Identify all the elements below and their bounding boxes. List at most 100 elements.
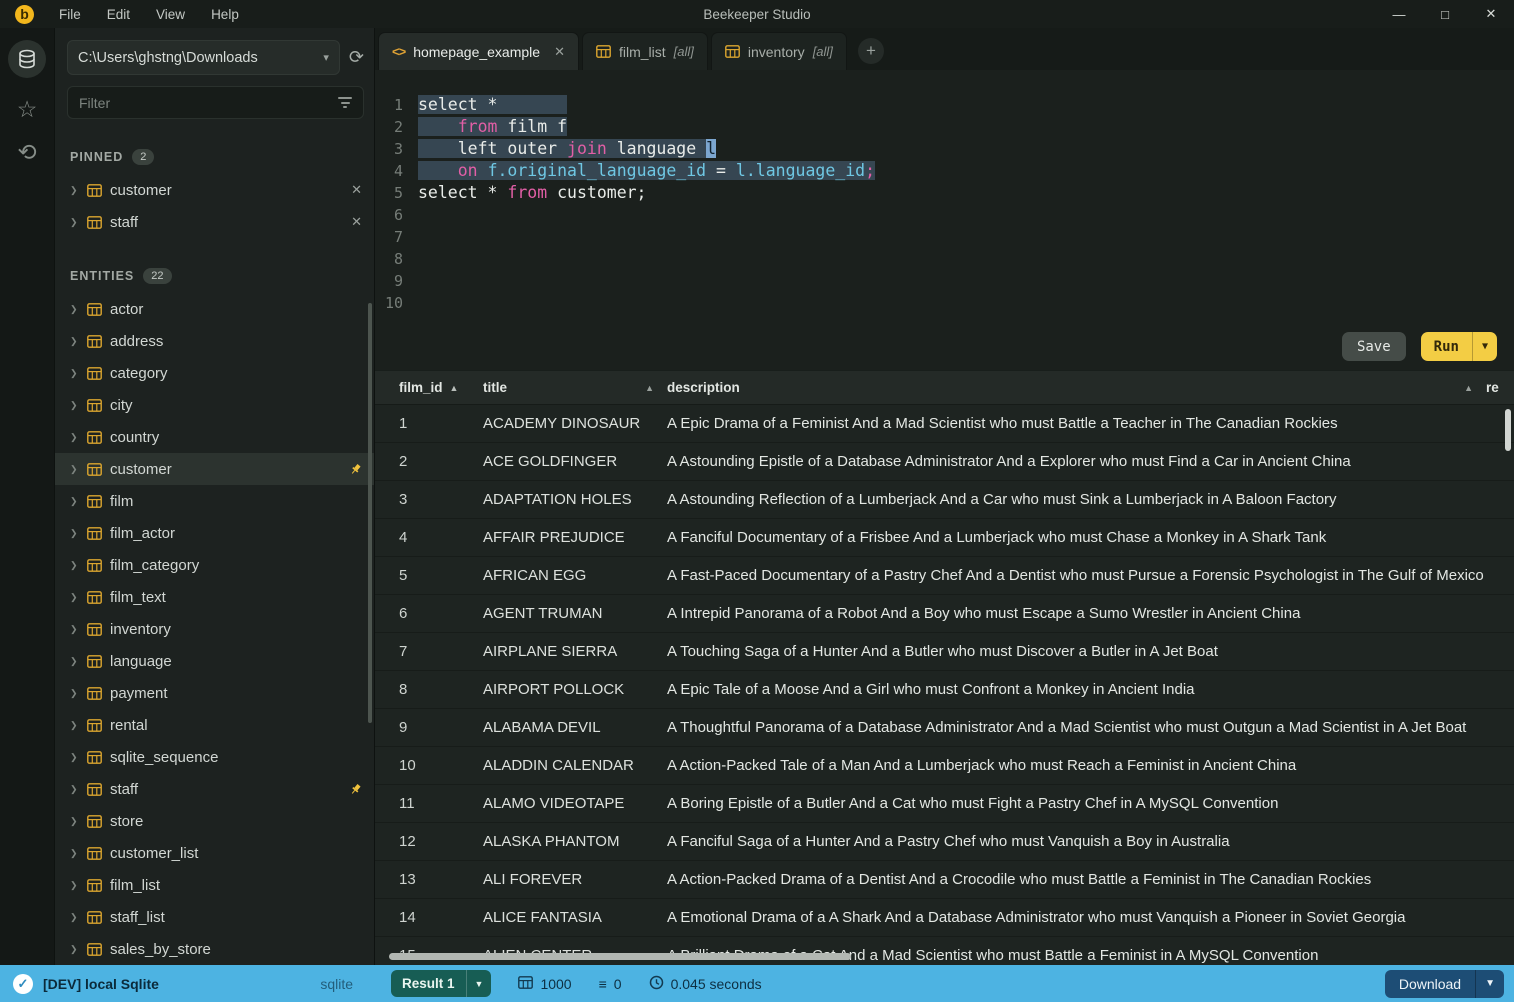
sidebar-entity-item[interactable]: ❯ country — [55, 421, 374, 453]
tab-inventory[interactable]: inventory [all] — [710, 32, 847, 70]
table-row[interactable]: 1 ACADEMY DINOSAUR A Epic Drama of a Fem… — [375, 405, 1514, 443]
history-icon[interactable]: ⟲ — [17, 141, 36, 164]
cell-film-id[interactable]: 5 — [375, 567, 483, 584]
chevron-right-icon[interactable]: ❯ — [70, 752, 79, 763]
pin-icon[interactable] — [349, 463, 362, 476]
cell-description[interactable]: A Fast-Paced Documentary of a Pastry Che… — [667, 567, 1514, 584]
table-row[interactable]: 11 ALAMO VIDEOTAPE A Boring Epistle of a… — [375, 785, 1514, 823]
chevron-right-icon[interactable]: ❯ — [70, 592, 79, 603]
chevron-right-icon[interactable]: ❯ — [70, 816, 79, 827]
sidebar-entity-item[interactable]: ❯ film_list — [55, 869, 374, 901]
cell-film-id[interactable]: 4 — [375, 529, 483, 546]
sidebar-entity-item[interactable]: ❯ sales_by_store — [55, 933, 374, 965]
sidebar-entity-item[interactable]: ❯ address — [55, 325, 374, 357]
cell-film-id[interactable]: 11 — [375, 795, 483, 812]
chevron-right-icon[interactable]: ❯ — [70, 720, 79, 731]
table-row[interactable]: 15 ALIEN CENTER A Brilliant Drama of a C… — [375, 937, 1514, 965]
cell-title[interactable]: ALAMO VIDEOTAPE — [483, 795, 667, 812]
table-row[interactable]: 6 AGENT TRUMAN A Intrepid Panorama of a … — [375, 595, 1514, 633]
new-tab-button[interactable]: + — [857, 38, 884, 64]
chevron-down-icon[interactable]: ▼ — [465, 970, 492, 997]
cell-title[interactable]: AFFAIR PREJUDICE — [483, 529, 667, 546]
pin-icon[interactable] — [349, 783, 362, 796]
close-icon[interactable]: ✕ — [1468, 0, 1514, 28]
menu-file[interactable]: File — [46, 0, 94, 28]
cell-title[interactable]: ALABAMA DEVIL — [483, 719, 667, 736]
sql-editor[interactable]: 1 2 3 4 5 6 7 8 9 10 select * from film f left ou… — [375, 70, 1514, 370]
chevron-right-icon[interactable]: ❯ — [70, 304, 79, 315]
cell-description[interactable]: A Thoughtful Panorama of a Database Admi… — [667, 719, 1514, 736]
cell-title[interactable]: ALI FOREVER — [483, 871, 667, 888]
chevron-right-icon[interactable]: ❯ — [70, 217, 79, 228]
cell-description[interactable]: A Touching Saga of a Hunter And a Butler… — [667, 643, 1514, 660]
result-label[interactable]: Result 1 — [391, 970, 466, 997]
column-header-film-id[interactable]: film_id ▲ — [375, 380, 483, 395]
chevron-right-icon[interactable]: ❯ — [70, 912, 79, 923]
menu-view[interactable]: View — [143, 0, 198, 28]
cell-film-id[interactable]: 10 — [375, 757, 483, 774]
table-row[interactable]: 9 ALABAMA DEVIL A Thoughtful Panorama of… — [375, 709, 1514, 747]
cell-title[interactable]: ALASKA PHANTOM — [483, 833, 667, 850]
chevron-right-icon[interactable]: ❯ — [70, 336, 79, 347]
sidebar-entity-item[interactable]: ❯ category — [55, 357, 374, 389]
chevron-right-icon[interactable]: ❯ — [70, 784, 79, 795]
favorites-star-icon[interactable]: ☆ — [17, 98, 38, 121]
run-button[interactable]: Run ▼ — [1420, 332, 1497, 361]
cell-film-id[interactable]: 3 — [375, 491, 483, 508]
sidebar-entity-item[interactable]: ❯ rental — [55, 709, 374, 741]
results-vertical-scrollbar[interactable] — [1505, 409, 1511, 451]
chevron-right-icon[interactable]: ❯ — [70, 688, 79, 699]
cell-description[interactable]: A Astounding Epistle of a Database Admin… — [667, 453, 1514, 470]
chevron-right-icon[interactable]: ❯ — [70, 880, 79, 891]
download-options-caret-icon[interactable]: ▼ — [1475, 969, 1504, 998]
table-row[interactable]: 14 ALICE FANTASIA A Emotional Drama of a… — [375, 899, 1514, 937]
table-row[interactable]: 12 ALASKA PHANTOM A Fanciful Saga of a H… — [375, 823, 1514, 861]
cell-title[interactable]: ALICE FANTASIA — [483, 909, 667, 926]
cell-film-id[interactable]: 8 — [375, 681, 483, 698]
sidebar-entity-item[interactable]: ❯ actor — [55, 293, 374, 325]
cell-title[interactable]: ADAPTATION HOLES — [483, 491, 667, 508]
table-row[interactable]: 3 ADAPTATION HOLES A Astounding Reflecti… — [375, 481, 1514, 519]
chevron-right-icon[interactable]: ❯ — [70, 656, 79, 667]
cell-film-id[interactable]: 6 — [375, 605, 483, 622]
chevron-right-icon[interactable]: ❯ — [70, 624, 79, 635]
cell-title[interactable]: ACE GOLDFINGER — [483, 453, 667, 470]
cell-title[interactable]: AIRPORT POLLOCK — [483, 681, 667, 698]
table-row[interactable]: 5 AFRICAN EGG A Fast-Paced Documentary o… — [375, 557, 1514, 595]
chevron-right-icon[interactable]: ❯ — [70, 400, 79, 411]
pinned-table-item[interactable]: ❯ staff ✕ — [55, 206, 374, 238]
cell-film-id[interactable]: 7 — [375, 643, 483, 660]
tab-homepage-example[interactable]: <> homepage_example ✕ — [378, 32, 579, 70]
download-label[interactable]: Download — [1385, 970, 1475, 998]
column-header-description[interactable]: description ▲ — [667, 380, 1486, 395]
save-button[interactable]: Save — [1341, 332, 1406, 361]
cell-film-id[interactable]: 13 — [375, 871, 483, 888]
sidebar-entity-item[interactable]: ❯ film_category — [55, 549, 374, 581]
refresh-icon[interactable]: ⟳ — [349, 47, 364, 68]
sql-code[interactable]: select * from film f left outer join lan… — [418, 94, 875, 370]
close-tab-icon[interactable]: ✕ — [554, 44, 565, 60]
table-row[interactable]: 2 ACE GOLDFINGER A Astounding Epistle of… — [375, 443, 1514, 481]
cell-film-id[interactable]: 12 — [375, 833, 483, 850]
maximize-icon[interactable]: □ — [1422, 0, 1468, 28]
result-selector-button[interactable]: Result 1 ▼ — [391, 970, 492, 997]
cell-title[interactable]: AIRPLANE SIERRA — [483, 643, 667, 660]
sidebar-entity-item[interactable]: ❯ film_text — [55, 581, 374, 613]
sidebar-entity-item[interactable]: ❯ film_actor — [55, 517, 374, 549]
cell-description[interactable]: A Boring Epistle of a Butler And a Cat w… — [667, 795, 1514, 812]
tab-film-list[interactable]: film_list [all] — [581, 32, 708, 70]
pinned-table-item[interactable]: ❯ customer ✕ — [55, 174, 374, 206]
table-row[interactable]: 13 ALI FOREVER A Action-Packed Drama of … — [375, 861, 1514, 899]
database-icon[interactable] — [8, 40, 46, 78]
chevron-right-icon[interactable]: ❯ — [70, 560, 79, 571]
sidebar-entity-item[interactable]: ❯ customer — [55, 453, 374, 485]
connection-select[interactable]: C:\Users\ghstng\Downloads ▾ — [67, 40, 340, 75]
download-button[interactable]: Download ▼ — [1384, 969, 1504, 998]
chevron-right-icon[interactable]: ❯ — [70, 432, 79, 443]
sidebar-entity-item[interactable]: ❯ staff — [55, 773, 374, 805]
cell-description[interactable]: A Emotional Drama of a A Shark And a Dat… — [667, 909, 1514, 926]
table-row[interactable]: 10 ALADDIN CALENDAR A Action-Packed Tale… — [375, 747, 1514, 785]
cell-film-id[interactable]: 9 — [375, 719, 483, 736]
cell-title[interactable]: ALADDIN CALENDAR — [483, 757, 667, 774]
cell-title[interactable]: ACADEMY DINOSAUR — [483, 415, 667, 432]
